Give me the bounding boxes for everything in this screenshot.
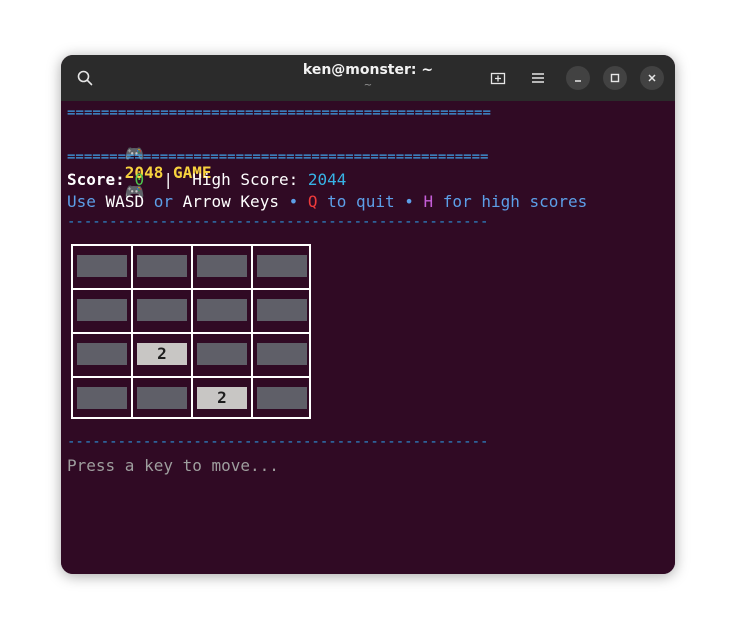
- menu-icon[interactable]: [526, 66, 550, 90]
- help-bullet: •: [288, 192, 299, 211]
- help-or: or: [153, 192, 173, 211]
- board-tile: [137, 299, 187, 321]
- dashes-top: ----------------------------------------…: [67, 214, 489, 230]
- help-h-key: H: [423, 192, 434, 211]
- score-label: Score:: [67, 170, 125, 189]
- board-tile: [197, 255, 247, 277]
- dashes-bottom: ----------------------------------------…: [67, 434, 489, 450]
- close-icon[interactable]: [640, 66, 664, 90]
- title-bar[interactable]: ken@monster: ~ ~: [61, 55, 675, 101]
- board-tile: [77, 255, 127, 277]
- help-line: Use WASD or Arrow Keys • Q to quit • H f…: [67, 192, 587, 211]
- board-tile: [77, 299, 127, 321]
- score-value: 0: [134, 170, 145, 189]
- board-tile: [77, 343, 127, 365]
- board-tile: [257, 255, 307, 277]
- board-tile: [77, 387, 127, 409]
- help-for-high-scores: for high scores: [442, 192, 588, 211]
- separator-top: ========================================…: [67, 105, 491, 121]
- high-score-label: High Score:: [192, 170, 299, 189]
- help-to-quit: to quit: [327, 192, 395, 211]
- help-arrow-keys: Arrow Keys: [182, 192, 279, 211]
- terminal-area[interactable]: ========================================…: [61, 101, 675, 574]
- minimize-icon[interactable]: [566, 66, 590, 90]
- game-board: 2 2: [71, 244, 311, 419]
- board-tile: 2: [137, 343, 187, 365]
- board-tile: [257, 387, 307, 409]
- terminal-window: ken@monster: ~ ~ =======================…: [61, 55, 675, 574]
- board-tile: [197, 299, 247, 321]
- board-tile: [257, 343, 307, 365]
- board-tile: [257, 299, 307, 321]
- help-wasd: WASD: [105, 192, 145, 211]
- high-score-value: 2044: [307, 170, 347, 189]
- board-tile: 2: [197, 387, 247, 409]
- score-line: Score: 0 | High Score: 2044: [67, 170, 346, 189]
- score-divider: |: [163, 170, 173, 189]
- maximize-icon[interactable]: [603, 66, 627, 90]
- board-tile: [197, 343, 247, 365]
- new-tab-icon[interactable]: [486, 66, 510, 90]
- help-q-key: Q: [307, 192, 318, 211]
- help-bullet: •: [404, 192, 414, 211]
- help-use: Use: [67, 192, 96, 211]
- separator-mid: ========================================…: [67, 149, 489, 165]
- board-tile: [137, 255, 187, 277]
- board-tile: [137, 387, 187, 409]
- move-prompt: Press a key to move...: [67, 456, 279, 475]
